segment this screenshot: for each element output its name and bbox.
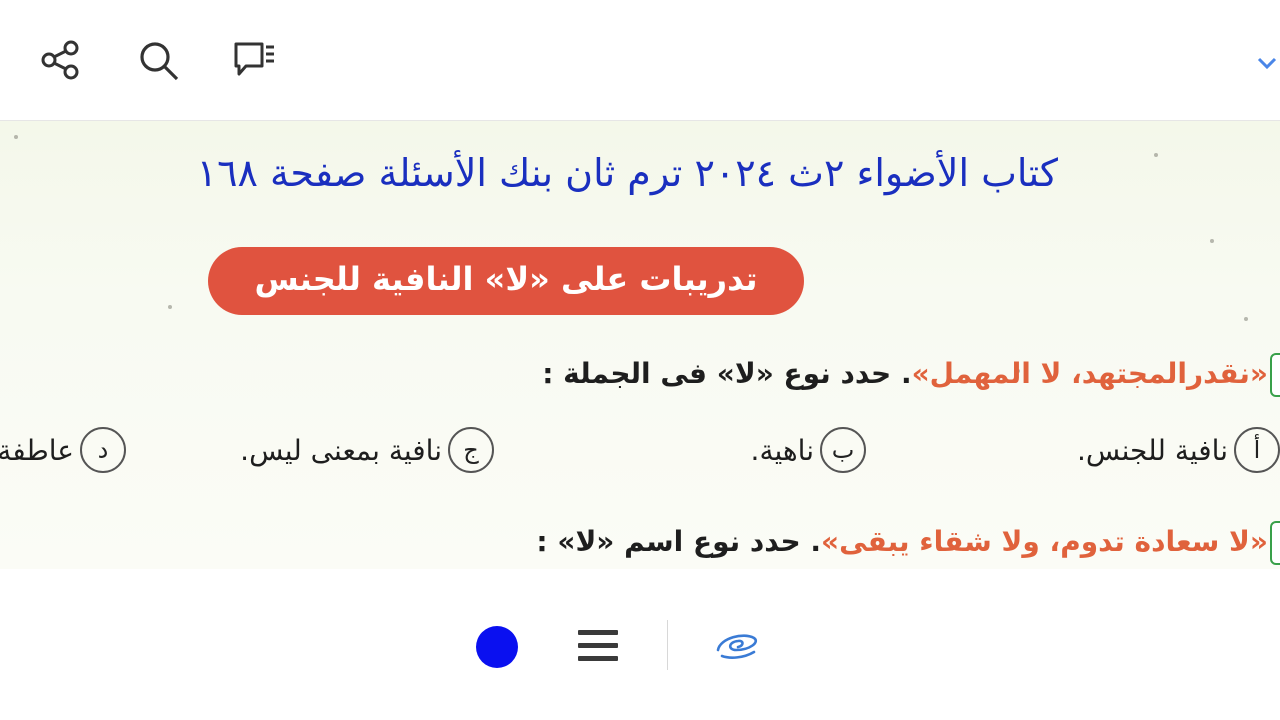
option-a-letter: أ (1234, 427, 1280, 473)
menu-icon[interactable] (578, 628, 620, 664)
question-marker (1270, 353, 1280, 397)
color-dot-icon[interactable] (476, 626, 518, 668)
document-page[interactable]: كتاب الأضواء ٢ث ٢٠٢٤ ترم ثان بنك الأسئلة… (0, 120, 1280, 570)
chevron-down-icon[interactable] (1256, 52, 1278, 74)
paper-speck (1154, 153, 1158, 157)
paper-speck (1244, 317, 1248, 321)
bottom-toolbar (0, 569, 1280, 720)
question-1-quote: «نقدرالمجتهد، لا المهمل» (911, 357, 1268, 390)
option-c-letter: ج (448, 427, 494, 473)
section-banner-label: تدريبات على «لا» النافية للجنس (254, 260, 758, 298)
search-icon[interactable] (136, 38, 180, 82)
question-2-quote: «لا سعادة تدوم، ولا شقاء يبقى» (821, 525, 1268, 558)
question-marker (1270, 521, 1280, 565)
option-d[interactable]: د عاطفة (0, 427, 126, 473)
question-2-instruction: . حدد نوع اسم «لا» : (536, 525, 822, 558)
option-c[interactable]: ج نافية بمعنى ليس. (240, 427, 494, 473)
option-b[interactable]: ب ناهية. (751, 427, 866, 473)
question-1: «نقدرالمجتهد، لا المهمل». حدد نوع «لا» ف… (542, 357, 1268, 390)
top-toolbar (0, 0, 1280, 120)
paper-speck (168, 305, 172, 309)
option-c-text: نافية بمعنى ليس. (240, 433, 442, 467)
pen-scribble-icon[interactable] (714, 626, 760, 666)
option-d-text: عاطفة (0, 433, 74, 467)
option-a[interactable]: أ نافية للجنس. (1077, 427, 1280, 473)
option-a-text: نافية للجنس. (1077, 433, 1228, 467)
option-b-letter: ب (820, 427, 866, 473)
question-1-instruction: . حدد نوع «لا» فى الجملة : (542, 357, 912, 390)
section-banner: تدريبات على «لا» النافية للجنس (208, 247, 804, 315)
share-icon[interactable] (38, 38, 82, 82)
paper-speck (14, 135, 18, 139)
page-title: كتاب الأضواء ٢ث ٢٠٢٤ ترم ثان بنك الأسئلة… (196, 151, 1058, 195)
question-2: «لا سعادة تدوم، ولا شقاء يبقى». حدد نوع … (536, 525, 1268, 558)
comment-list-icon[interactable] (232, 38, 276, 82)
option-b-text: ناهية. (750, 433, 814, 467)
option-d-letter: د (80, 427, 126, 473)
toolbar-divider (667, 620, 668, 670)
paper-speck (1210, 239, 1214, 243)
